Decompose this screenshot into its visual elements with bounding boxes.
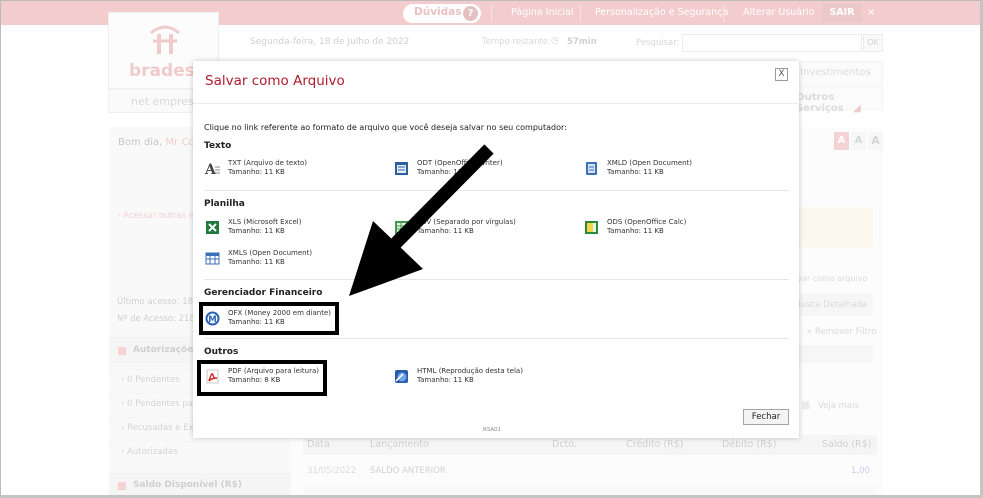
- background-page: Dúvidas ? Página Inicial Personalização …: [1, 1, 980, 495]
- screenshot-frame: Dúvidas ? Página Inicial Personalização …: [0, 0, 983, 498]
- highlight-box-ofx: [199, 302, 339, 335]
- highlight-box-pdf: [197, 360, 327, 396]
- annotation-arrow-icon: [349, 144, 494, 296]
